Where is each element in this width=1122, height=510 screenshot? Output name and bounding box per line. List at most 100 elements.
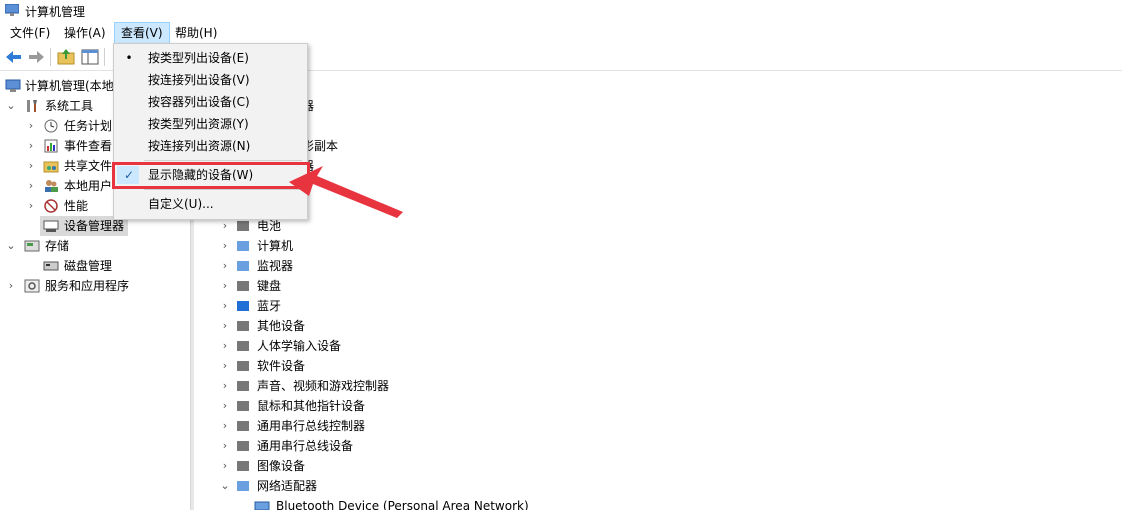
chevron-right-icon[interactable]: ›: [220, 236, 230, 256]
tree-label: 磁盘管理: [64, 259, 113, 273]
device-category[interactable]: ⌄ 网络适配器: [220, 476, 620, 496]
menu-item-customize[interactable]: 自定义(U)...: [114, 193, 307, 215]
back-icon[interactable]: [4, 47, 24, 67]
tree-storage[interactable]: ⌄ 存储: [0, 236, 190, 256]
keyboard-icon: [237, 281, 249, 291]
chevron-down-icon[interactable]: ⌄: [6, 236, 16, 256]
tree-label: 任务计划: [64, 119, 113, 133]
menu-item-devices-by-type[interactable]: • 按类型列出设备(E): [114, 47, 307, 69]
device-item[interactable]: Bluetooth Device (Personal Area Network): [254, 496, 654, 510]
device-category[interactable]: › 人体学输入设备: [220, 336, 620, 356]
chevron-right-icon[interactable]: ›: [220, 256, 230, 276]
highlight-box: [112, 162, 310, 189]
other-devices-icon: [237, 321, 249, 331]
device-category[interactable]: › 通用串行总线控制器: [220, 416, 620, 436]
chevron-right-icon[interactable]: ›: [220, 316, 230, 336]
device-category[interactable]: › 图像设备: [220, 456, 620, 476]
forward-icon[interactable]: [26, 47, 46, 67]
tree-label: 本地用户: [64, 179, 113, 193]
bluetooth-icon: [237, 301, 249, 311]
device-manager-icon: [43, 220, 59, 232]
up-folder-icon[interactable]: [56, 47, 76, 67]
chevron-right-icon[interactable]: ›: [220, 336, 230, 356]
menu-item-label: 按类型列出资源(Y): [148, 117, 249, 131]
tree-services[interactable]: › 服务和应用程序: [0, 276, 190, 296]
device-category[interactable]: › 监视器: [220, 256, 620, 276]
computer-management-icon: [5, 79, 21, 92]
device-category-label: 图像设备: [257, 459, 306, 473]
device-category[interactable]: › 蓝牙: [220, 296, 620, 316]
menu-item-resources-by-connection[interactable]: 按连接列出资源(N): [114, 135, 307, 157]
device-category[interactable]: › 键盘: [220, 276, 620, 296]
users-icon: [45, 180, 58, 192]
device-category-label: 监视器: [257, 259, 294, 273]
tree-label: 事件查看: [64, 139, 113, 153]
chevron-right-icon[interactable]: ›: [220, 416, 230, 436]
chevron-right-icon[interactable]: ›: [220, 376, 230, 396]
show-hide-console-tree-icon[interactable]: [80, 47, 100, 67]
shared-folder-icon: [43, 161, 59, 173]
tools-icon: [27, 100, 37, 112]
menu-action[interactable]: 操作(A): [58, 22, 112, 44]
device-category-label: 网络适配器: [257, 479, 318, 493]
menu-view[interactable]: 查看(V): [114, 22, 170, 44]
event-viewer-icon: [44, 139, 58, 153]
device-category-label: 通用串行总线设备: [257, 439, 354, 453]
menu-bar: 文件(F) 操作(A) 查看(V) 帮助(H): [0, 22, 1122, 44]
sound-icon: [237, 381, 249, 391]
mouse-icon: [237, 401, 249, 411]
menu-item-label: 按连接列出设备(V): [148, 73, 250, 87]
chevron-right-icon[interactable]: ›: [220, 296, 230, 316]
menu-item-label: 自定义(U)...: [148, 197, 214, 211]
chevron-right-icon[interactable]: ›: [26, 116, 36, 136]
device-category[interactable]: › 计算机: [220, 236, 620, 256]
chevron-right-icon[interactable]: ›: [26, 196, 36, 216]
battery-icon: [237, 221, 249, 231]
menu-help[interactable]: 帮助(H): [169, 22, 223, 44]
chevron-down-icon[interactable]: ⌄: [220, 476, 230, 496]
radio-bullet-icon: •: [125, 51, 133, 65]
device-category-label: 通用串行总线控制器: [257, 419, 366, 433]
device-category-label: 蓝牙: [257, 299, 282, 313]
chevron-down-icon[interactable]: ⌄: [6, 96, 16, 116]
menu-item-label: 按容器列出设备(C): [148, 95, 250, 109]
disk-icon: [43, 261, 59, 271]
network-adapter-icon: [237, 481, 249, 491]
device-category-label: 软件设备: [257, 359, 306, 373]
device-category[interactable]: › 鼠标和其他指针设备: [220, 396, 620, 416]
usb-device-icon: [237, 441, 249, 451]
device-category[interactable]: › 通用串行总线设备: [220, 436, 620, 456]
menu-separator: [144, 160, 302, 161]
menu-file[interactable]: 文件(F): [4, 22, 56, 44]
computer-management-icon: [5, 4, 19, 16]
device-category[interactable]: › 其他设备: [220, 316, 620, 336]
device-tree: 器 影副本 器 › 电池 › 计算机 › 监视器 › 键盘 › 蓝牙 › 其他设备 › 人体学输入设备 › 软…: [194, 72, 1122, 510]
device-category-label: 鼠标和其他指针设备: [257, 399, 366, 413]
chevron-right-icon[interactable]: ›: [26, 136, 36, 156]
hid-icon: [237, 341, 249, 351]
chevron-right-icon[interactable]: ›: [220, 396, 230, 416]
device-category[interactable]: › 软件设备: [220, 356, 620, 376]
device-category[interactable]: › 声音、视频和游戏控制器: [220, 376, 620, 396]
tree-root-label: 计算机管理(本地: [25, 79, 114, 93]
chevron-right-icon[interactable]: ›: [6, 276, 16, 296]
chevron-right-icon[interactable]: ›: [220, 436, 230, 456]
toolbar-separator: [50, 48, 51, 66]
camera-icon: [237, 461, 249, 471]
menu-item-devices-by-container[interactable]: 按容器列出设备(C): [114, 91, 307, 113]
clock-icon: [44, 119, 58, 133]
menu-item-resources-by-type[interactable]: 按类型列出资源(Y): [114, 113, 307, 135]
menu-item-devices-by-connection[interactable]: 按连接列出设备(V): [114, 69, 307, 91]
tree-disk-management[interactable]: 磁盘管理: [0, 256, 190, 276]
tree-label: 服务和应用程序: [45, 279, 130, 293]
chevron-right-icon[interactable]: ›: [26, 156, 36, 176]
window-title: 计算机管理: [25, 5, 86, 19]
chevron-right-icon[interactable]: ›: [26, 176, 36, 196]
computer-icon: [237, 241, 249, 251]
services-icon: [24, 279, 40, 293]
menu-item-label: 按类型列出设备(E): [148, 51, 249, 65]
tree-label: 共享文件: [64, 159, 113, 173]
chevron-right-icon[interactable]: ›: [220, 276, 230, 296]
chevron-right-icon[interactable]: ›: [220, 356, 230, 376]
chevron-right-icon[interactable]: ›: [220, 456, 230, 476]
